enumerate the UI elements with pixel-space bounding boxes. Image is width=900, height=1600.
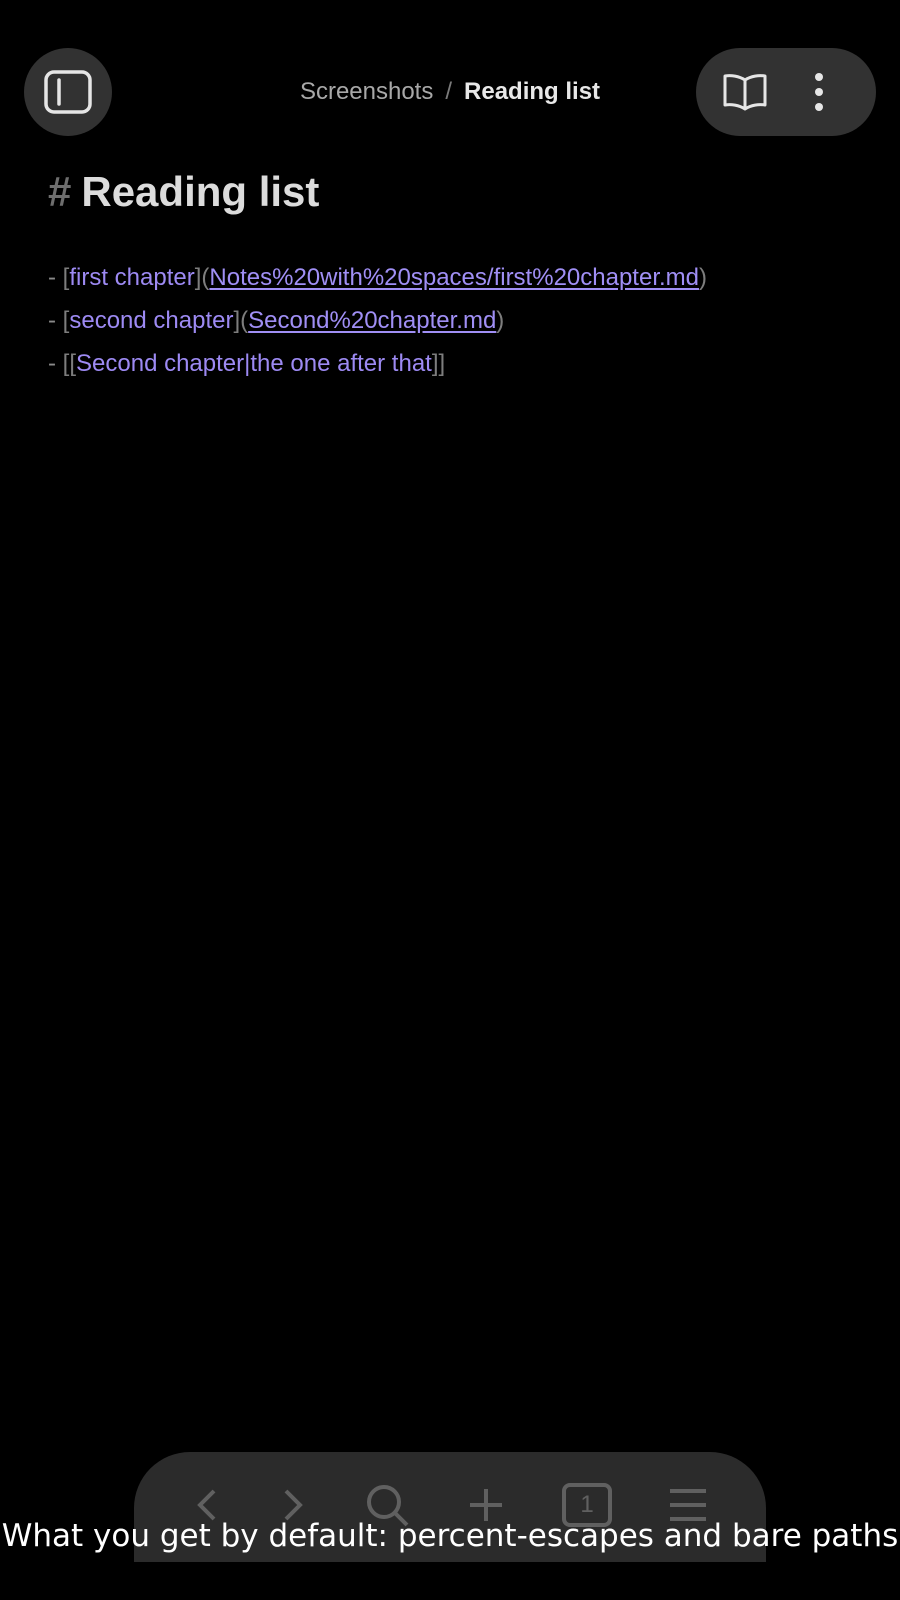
more-options-button[interactable] bbox=[789, 62, 849, 122]
link-url[interactable]: Notes%20with%20spaces/first%20chapter.md bbox=[209, 264, 699, 291]
list-marker: - bbox=[48, 264, 63, 291]
screenshot-caption: What you get by default: percent-escapes… bbox=[1, 1518, 899, 1554]
note-editor[interactable]: # Reading list - [first chapter](Notes%2… bbox=[48, 162, 860, 391]
breadcrumb-folder[interactable]: Screenshots bbox=[300, 78, 433, 106]
wikilink-text[interactable]: Second chapter|the one after that bbox=[76, 350, 432, 377]
book-open-icon bbox=[723, 74, 767, 111]
list-item: - [second chapter](Second%20chapter.md) bbox=[48, 305, 860, 348]
heading-text: Reading list bbox=[81, 168, 320, 215]
view-actions-group bbox=[696, 48, 876, 136]
link-bracket: ]( bbox=[194, 264, 210, 291]
heading-marker: # bbox=[48, 168, 72, 215]
wikilink-bracket: [[ bbox=[62, 350, 77, 377]
reading-view-button[interactable] bbox=[715, 62, 775, 122]
link-bracket: ) bbox=[699, 264, 707, 291]
note-heading: # Reading list bbox=[48, 162, 860, 222]
link-text[interactable]: second chapter bbox=[69, 307, 233, 334]
list-item: - [[Second chapter|the one after that]] bbox=[48, 348, 860, 391]
wikilink-bracket: ]] bbox=[431, 350, 446, 377]
reading-list: - [first chapter](Notes%20with%20spaces/… bbox=[48, 262, 860, 391]
list-marker: - bbox=[48, 307, 63, 334]
breadcrumb-current-note[interactable]: Reading list bbox=[464, 78, 600, 106]
link-bracket: ) bbox=[496, 307, 505, 334]
list-item: - [first chapter](Notes%20with%20spaces/… bbox=[48, 262, 860, 305]
link-text[interactable]: first chapter bbox=[69, 264, 194, 291]
link-url[interactable]: Second%20chapter.md bbox=[248, 307, 496, 334]
breadcrumb-separator: / bbox=[445, 78, 453, 105]
tab-count: 1 bbox=[580, 1491, 594, 1518]
more-vertical-icon bbox=[815, 73, 823, 111]
link-bracket: ]( bbox=[233, 307, 249, 334]
list-marker: - bbox=[48, 350, 63, 377]
